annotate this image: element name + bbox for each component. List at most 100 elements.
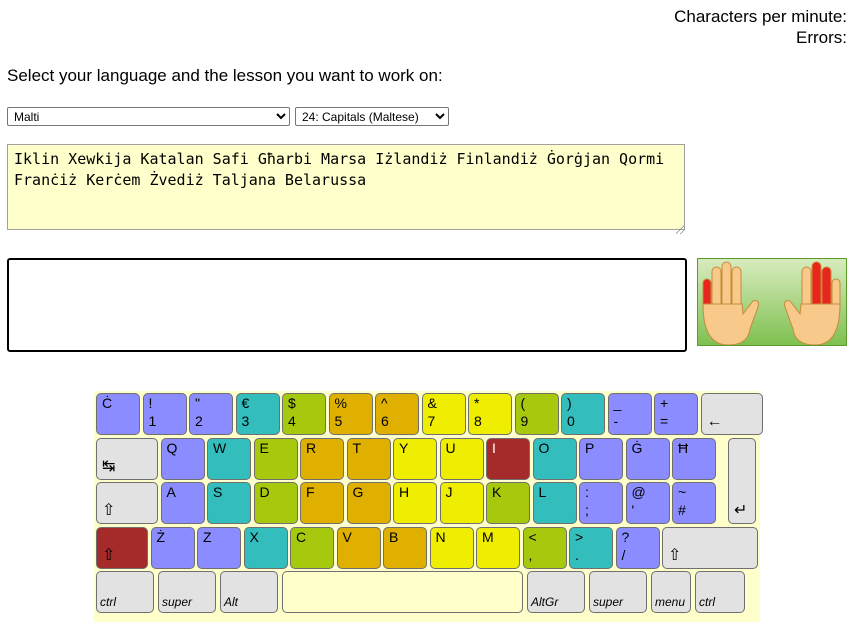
key-label-top: A — [166, 484, 176, 500]
key-label-top: V — [342, 528, 352, 545]
key-key[interactable]: ^ 6 — [375, 393, 419, 435]
key-label-bottom: 0 — [567, 413, 575, 429]
altgr-key[interactable]: AltGr — [527, 571, 585, 613]
key-label-bottom: - — [613, 413, 619, 429]
key-label-top: ! — [148, 395, 153, 411]
key-label-top: O — [538, 439, 550, 456]
key-m[interactable]: M — [476, 526, 520, 569]
key-label-top: Ż — [156, 528, 166, 545]
key-z[interactable]: Z — [197, 526, 241, 569]
key-label-top: I — [492, 439, 496, 456]
key-key[interactable]: % 5 — [328, 393, 373, 435]
key-label-top: M — [482, 528, 494, 545]
key-label-top: C — [296, 528, 307, 545]
lesson-select[interactable]: 24: Capitals (Maltese) — [295, 107, 449, 126]
key-label-top: ) — [567, 395, 572, 411]
key-key[interactable]: _ - — [607, 393, 652, 435]
errors-label: Errors: — [796, 28, 847, 47]
key-s[interactable]: S — [207, 482, 251, 524]
key-label-bottom: 1 — [148, 413, 157, 429]
key-key[interactable]: Ġ — [625, 437, 670, 480]
hands-finger-guide — [697, 258, 847, 346]
key-l[interactable]: L — [532, 482, 577, 524]
key-a[interactable]: A — [160, 482, 205, 524]
ctrl-key[interactable]: ctrl — [96, 571, 154, 613]
key-j[interactable]: J — [439, 482, 484, 524]
key-p[interactable]: P — [579, 437, 623, 480]
key-i[interactable]: I — [486, 437, 530, 480]
key-key[interactable]: ! 1 — [142, 393, 187, 435]
key-label-top: G — [352, 484, 364, 500]
caps-lock-key[interactable]: ⇧ — [96, 482, 158, 524]
key-c[interactable]: C — [290, 526, 334, 569]
key-u[interactable]: U — [439, 437, 484, 480]
lesson-resize-grip-icon[interactable] — [676, 225, 685, 234]
backspace-key[interactable]: ← — [700, 393, 763, 435]
space-key[interactable] — [282, 571, 523, 613]
left-shift-icon: ⇧ — [102, 546, 116, 564]
key-key[interactable]: >. — [569, 526, 613, 569]
left-shift-key[interactable]: ⇧ — [96, 526, 148, 569]
key-n[interactable]: N — [429, 526, 474, 569]
key-q[interactable]: Q — [160, 437, 205, 480]
key-label-top: " — [195, 395, 200, 411]
key-label-bottom: 7 — [427, 413, 436, 429]
key-key[interactable]: Ż — [150, 526, 195, 569]
key-key[interactable]: ) 0 — [561, 393, 605, 435]
key-y[interactable]: Y — [393, 437, 437, 480]
key-key[interactable]: Ħ — [672, 437, 716, 480]
key-key[interactable]: ~ # — [672, 482, 716, 524]
key-w[interactable]: W — [207, 437, 251, 480]
key-label-modifier: super — [162, 595, 193, 609]
key-t[interactable]: T — [346, 437, 391, 480]
key-d[interactable]: D — [253, 482, 298, 524]
key-key[interactable]: & 7 — [421, 393, 466, 435]
key-label-bottom: 8 — [474, 413, 482, 429]
key-x[interactable]: X — [243, 526, 288, 569]
alt-key[interactable]: Alt — [220, 571, 278, 613]
right-shift-key[interactable]: ⇧ — [662, 526, 758, 569]
key-r[interactable]: R — [300, 437, 344, 480]
key-k[interactable]: K — [486, 482, 530, 524]
key-label-modifier: AltGr — [531, 595, 559, 609]
key-label-top: H — [399, 484, 410, 500]
key-key[interactable]: (9 — [514, 393, 559, 435]
key-key[interactable]: * 8 — [468, 393, 512, 435]
enter-key[interactable]: ↵ — [728, 437, 756, 524]
key-key[interactable]: Ċ — [96, 393, 140, 435]
hands-icon — [702, 261, 841, 345]
key-label-top: K — [492, 484, 502, 500]
key-b[interactable]: B — [383, 526, 427, 569]
key-label-bottom: 3 — [241, 413, 250, 429]
cpm-label: Characters per minute: — [674, 7, 847, 26]
key-label-bottom: ' — [631, 502, 635, 518]
key-key[interactable]: ? / — [615, 526, 660, 569]
key-v[interactable]: V — [336, 526, 381, 569]
key-key[interactable]: $4 — [282, 393, 326, 435]
key-o[interactable]: O — [532, 437, 577, 480]
key-label-top: + — [660, 395, 669, 411]
menu-key[interactable]: menu — [651, 571, 691, 613]
key-key[interactable]: :; — [579, 482, 623, 524]
language-select[interactable]: Malti — [7, 107, 290, 126]
super-key[interactable]: super — [589, 571, 647, 613]
key-key[interactable]: " 2 — [189, 393, 233, 435]
key-label-top: S — [213, 484, 223, 500]
ctrl-key[interactable]: ctrl — [695, 571, 745, 613]
key-f[interactable]: F — [300, 482, 344, 524]
key-key[interactable]: @ ' — [625, 482, 670, 524]
key-key[interactable]: €3 — [235, 393, 280, 435]
key-label-top: ? — [621, 528, 630, 545]
key-label-top: D — [259, 484, 270, 500]
key-key[interactable]: + = — [654, 393, 698, 435]
key-label-top: P — [585, 439, 595, 456]
tab-key[interactable]: ↹ — [96, 437, 158, 480]
super-key[interactable]: super — [158, 571, 216, 613]
key-key[interactable]: <, — [522, 526, 567, 569]
key-h[interactable]: H — [393, 482, 437, 524]
key-label-top: ^ — [381, 395, 388, 411]
typing-input[interactable] — [7, 258, 687, 352]
key-g[interactable]: G — [346, 482, 391, 524]
key-label-top: E — [259, 439, 269, 456]
key-e[interactable]: E — [253, 437, 298, 480]
